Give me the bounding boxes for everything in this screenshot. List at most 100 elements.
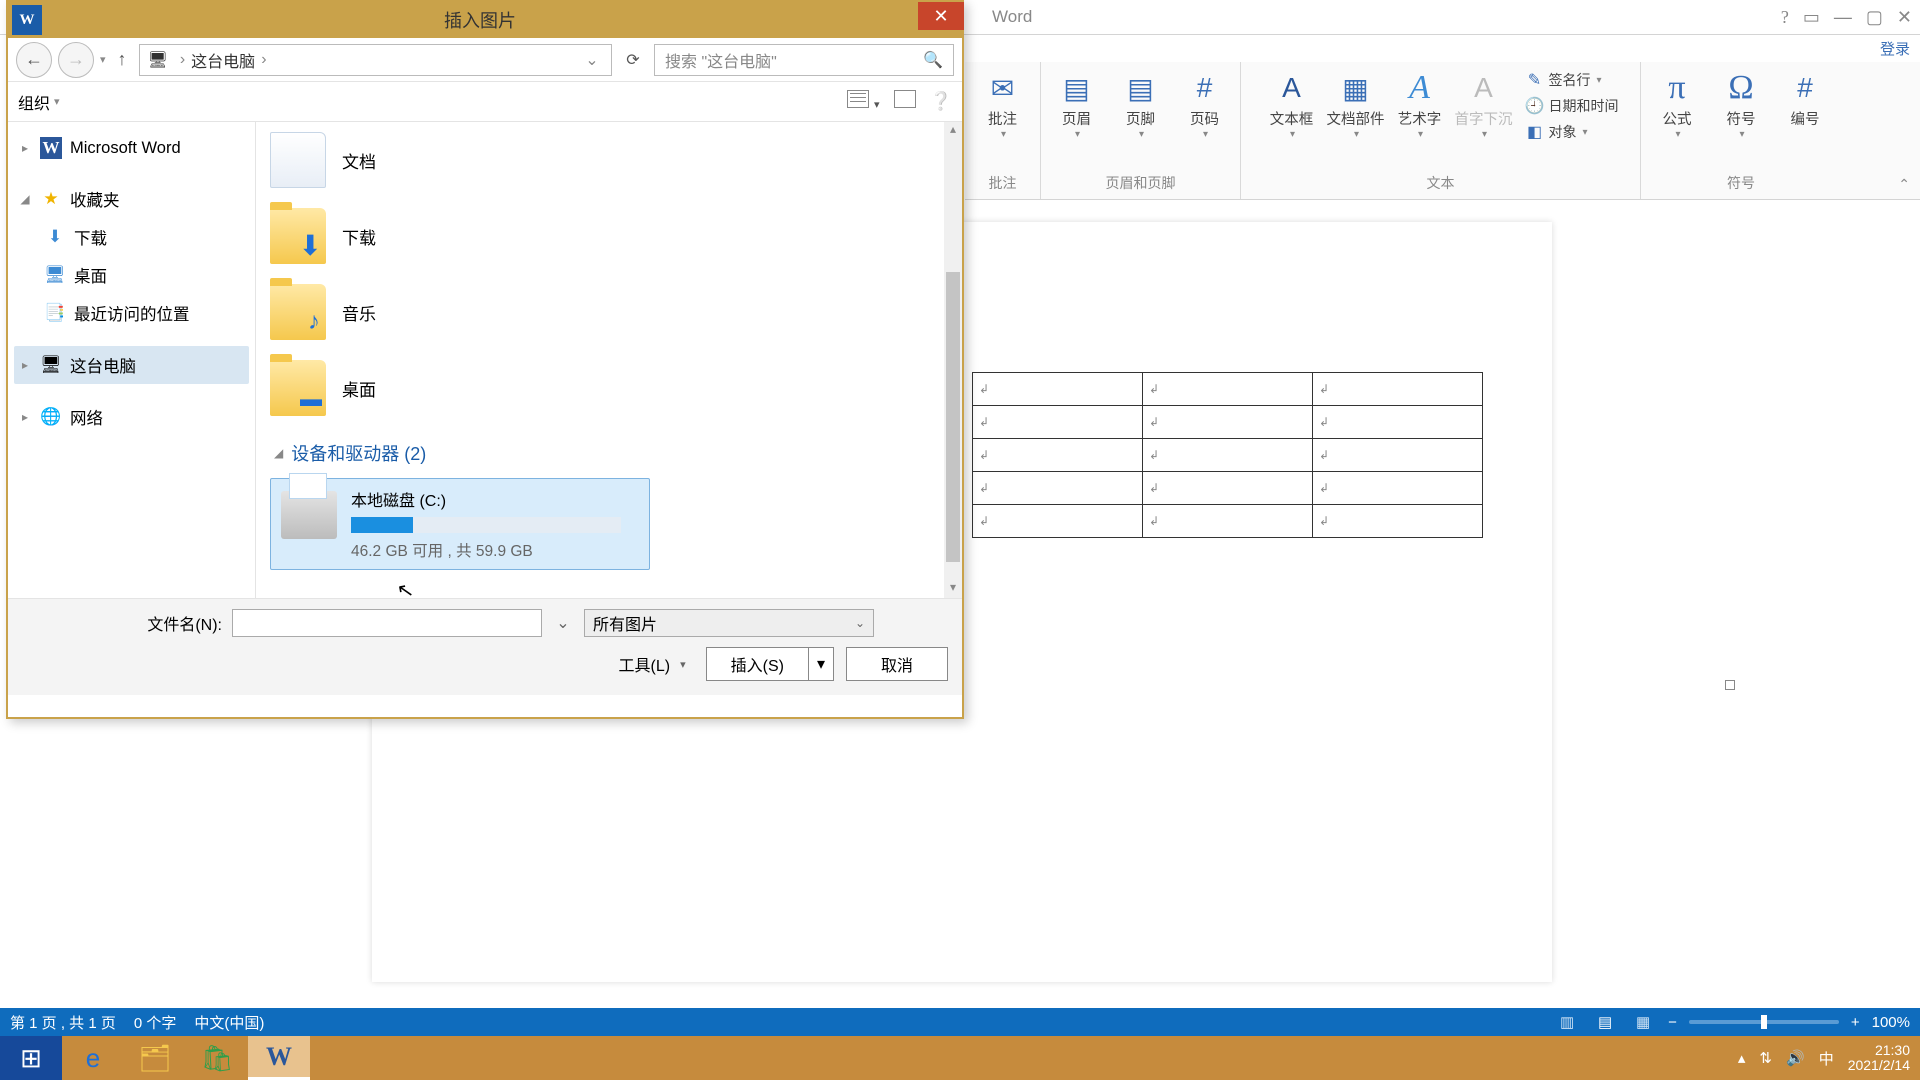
ribbon-equation[interactable]: π公式 (1648, 68, 1706, 140)
preview-pane-button[interactable] (894, 90, 916, 113)
tree-word[interactable]: ▸WMicrosoft Word (14, 130, 249, 166)
address-dropdown-icon[interactable]: ⌄ (581, 50, 603, 70)
nav-tree[interactable]: ▸WMicrosoft Word ◢★收藏夹 ⬇下载 🖥桌面 📑最近访问的位置 … (8, 122, 256, 598)
login-link[interactable]: 登录 (1880, 41, 1910, 58)
ribbon-header[interactable]: ▤页眉 (1048, 68, 1106, 140)
view-print-icon[interactable]: ▤ (1592, 1012, 1618, 1032)
tray-clock[interactable]: 21:30 2021/2/14 (1848, 1043, 1910, 1074)
taskbar-word[interactable]: W (248, 1036, 310, 1080)
folder-music[interactable]: ♪音乐 (256, 274, 962, 350)
dialog-title: 插入图片 (444, 7, 516, 33)
status-words[interactable]: 0 个字 (134, 1012, 177, 1033)
ribbon-datetime[interactable]: 🕘日期和时间 (1525, 94, 1619, 118)
filetype-dropdown[interactable]: 所有图片⌄ (584, 609, 874, 637)
status-page[interactable]: 第 1 页 , 共 1 页 (10, 1012, 116, 1033)
address-bar[interactable]: 🖥 这台电脑 › ⌄ (139, 44, 612, 76)
nav-recent-icon[interactable]: ▾ (100, 53, 106, 66)
tray-ime[interactable]: 中 (1819, 1048, 1834, 1069)
filename-input[interactable] (232, 609, 542, 637)
status-lang[interactable]: 中文(中国) (194, 1012, 264, 1033)
folder-documents[interactable]: 文档 (256, 122, 962, 198)
drive-usage-bar (351, 517, 621, 533)
view-mode-button[interactable]: ▾ (847, 90, 880, 113)
maximize-icon[interactable]: ▢ (1866, 7, 1883, 28)
dialog-close-button[interactable]: ✕ (918, 2, 964, 30)
nav-up-button[interactable]: ↑ (112, 49, 133, 70)
ribbon-group-headerfooter: 页眉和页脚 (1106, 173, 1176, 197)
devices-header[interactable]: ◢设备和驱动器 (2) (256, 426, 962, 472)
view-read-icon[interactable]: ▥ (1554, 1012, 1580, 1032)
minimize-icon[interactable]: — (1834, 7, 1852, 28)
drive-icon (281, 491, 337, 539)
filename-dropdown-icon[interactable]: ⌄ (552, 613, 574, 633)
help-icon[interactable]: ? (1781, 7, 1789, 28)
collapse-ribbon-icon[interactable]: ⌃ (1898, 176, 1910, 193)
zoom-out-icon[interactable]: − (1668, 1014, 1677, 1031)
ribbon-display-icon[interactable]: ▭ (1803, 7, 1820, 28)
ribbon-pagenum[interactable]: #页码 (1176, 68, 1234, 140)
dialog-titlebar[interactable]: W 插入图片 ✕ (8, 2, 962, 38)
word-title: Word (992, 7, 1032, 27)
taskbar-ie[interactable]: e (62, 1036, 124, 1080)
document-table[interactable]: ↲↲↲ ↲↲↲ ↲↲↲ ↲↲↲ ↲↲↲ (972, 372, 1483, 538)
taskbar-store[interactable]: 🛍 (186, 1036, 248, 1080)
help-button[interactable]: ❔ (930, 91, 952, 112)
tray-network-icon[interactable]: ⇅ (1759, 1049, 1772, 1067)
table-resize-handle[interactable] (1725, 680, 1735, 690)
insert-button[interactable]: 插入(S) ▾ (706, 647, 834, 681)
tree-recent[interactable]: 📑最近访问的位置 (14, 294, 249, 332)
tree-desktop[interactable]: 🖥桌面 (14, 256, 249, 294)
view-web-icon[interactable]: ▦ (1630, 1012, 1656, 1032)
search-box[interactable]: 搜索 "这台电脑" 🔍 (654, 44, 954, 76)
tray-volume-icon[interactable]: 🔊 (1786, 1049, 1805, 1067)
folder-downloads[interactable]: ⬇下载 (256, 198, 962, 274)
tree-thispc[interactable]: ▸🖥这台电脑 (14, 346, 249, 384)
ribbon-object[interactable]: ◧对象 (1525, 120, 1619, 144)
zoom-level[interactable]: 100% (1872, 1014, 1910, 1031)
breadcrumb-item[interactable]: 这台电脑 (191, 48, 255, 72)
ribbon: ✉批注 批注 ▤页眉 ▤页脚 #页码 页眉和页脚 A文本框 ▦文档部件 A艺术字… (965, 62, 1920, 200)
ribbon-wordart[interactable]: A艺术字 (1391, 68, 1449, 144)
drive-name: 本地磁盘 (C:) (351, 487, 639, 511)
start-button[interactable]: ⊞ (0, 1036, 62, 1080)
drive-detail: 46.2 GB 可用 , 共 59.9 GB (351, 539, 639, 561)
ribbon-numbering[interactable]: #编号 (1776, 68, 1834, 140)
filename-label: 文件名(N): (22, 611, 222, 635)
file-scrollbar[interactable]: ▴ ▾ (944, 122, 962, 598)
tree-favorites[interactable]: ◢★收藏夹 (14, 180, 249, 218)
ribbon-group-text: 文本 (1427, 173, 1455, 197)
close-word-icon[interactable]: ✕ (1897, 7, 1912, 28)
status-bar: 第 1 页 , 共 1 页 0 个字 中文(中国) ▥ ▤ ▦ − + 100% (0, 1008, 1920, 1036)
insert-dropdown-icon[interactable]: ▾ (809, 648, 833, 680)
insert-picture-dialog: W 插入图片 ✕ ← → ▾ ↑ 🖥 这台电脑 › ⌄ ⟳ 搜索 "这台电脑" … (6, 0, 964, 719)
zoom-slider[interactable] (1689, 1020, 1839, 1024)
file-list[interactable]: 文档 ⬇下载 ♪音乐 ▬桌面 ◢设备和驱动器 (2) 本地磁盘 (C:) 46.… (256, 122, 962, 598)
word-app-icon: W (12, 5, 42, 35)
tree-downloads[interactable]: ⬇下载 (14, 218, 249, 256)
tree-network[interactable]: ▸🌐网络 (14, 398, 249, 436)
computer-icon: 🖥 (148, 50, 168, 70)
ribbon-signature[interactable]: ✎签名行 (1525, 68, 1619, 92)
folder-desktop[interactable]: ▬桌面 (256, 350, 962, 426)
refresh-button[interactable]: ⟳ (618, 50, 648, 70)
ribbon-comment[interactable]: ✉批注 (974, 68, 1032, 140)
ribbon-parts[interactable]: ▦文档部件 (1327, 68, 1385, 144)
tray-show-hidden-icon[interactable]: ▴ (1738, 1049, 1746, 1067)
organize-menu[interactable]: 组织▾ (18, 90, 60, 114)
search-icon: 🔍 (923, 50, 943, 70)
nav-back-button[interactable]: ← (16, 42, 52, 78)
ribbon-symbol[interactable]: Ω符号 (1712, 68, 1770, 140)
ribbon-group-comment: 批注 (989, 173, 1017, 197)
taskbar: ⊞ e 🗂 🛍 W ▴ ⇅ 🔊 中 21:30 2021/2/14 (0, 1036, 1920, 1080)
search-placeholder: 搜索 "这台电脑" (665, 48, 777, 72)
cancel-button[interactable]: 取消 (846, 647, 948, 681)
nav-forward-button[interactable]: → (58, 42, 94, 78)
drive-c[interactable]: 本地磁盘 (C:) 46.2 GB 可用 , 共 59.9 GB (270, 478, 650, 570)
zoom-in-icon[interactable]: + (1851, 1014, 1860, 1031)
taskbar-explorer[interactable]: 🗂 (124, 1036, 186, 1080)
ribbon-group-symbol: 符号 (1727, 173, 1755, 197)
tools-menu[interactable]: 工具(L)▾ (611, 648, 694, 680)
ribbon-textbox[interactable]: A文本框 (1263, 68, 1321, 144)
ribbon-footer[interactable]: ▤页脚 (1112, 68, 1170, 140)
ribbon-dropcap[interactable]: A首字下沉 (1455, 68, 1513, 144)
